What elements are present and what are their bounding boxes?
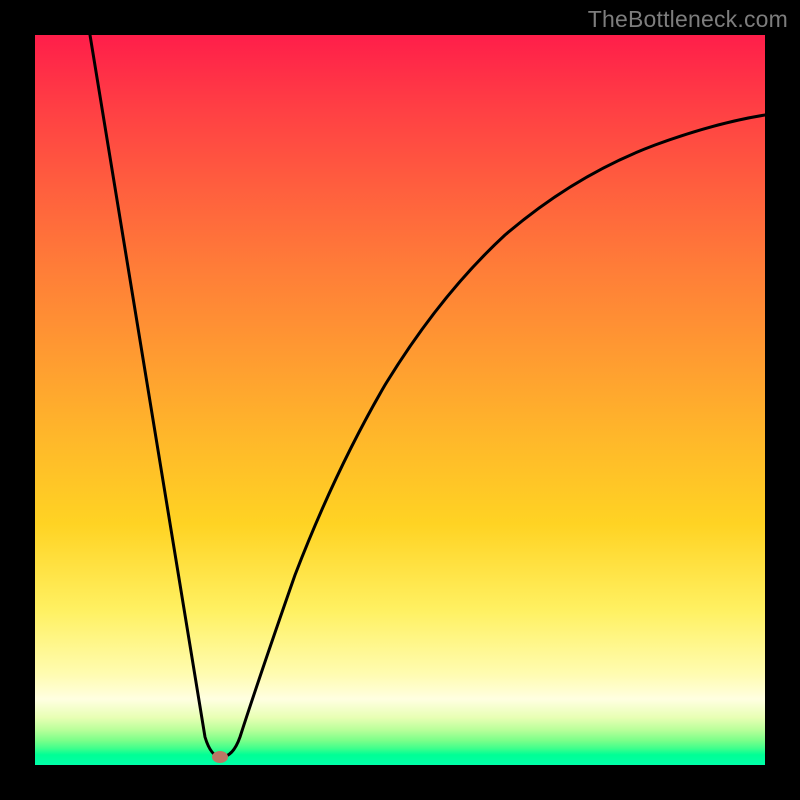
optimal-point-marker: [212, 751, 228, 763]
bottleneck-curve: [35, 35, 765, 765]
chart-frame: TheBottleneck.com: [0, 0, 800, 800]
curve-path: [90, 35, 765, 757]
plot-area: [35, 35, 765, 765]
watermark-text: TheBottleneck.com: [588, 6, 788, 33]
